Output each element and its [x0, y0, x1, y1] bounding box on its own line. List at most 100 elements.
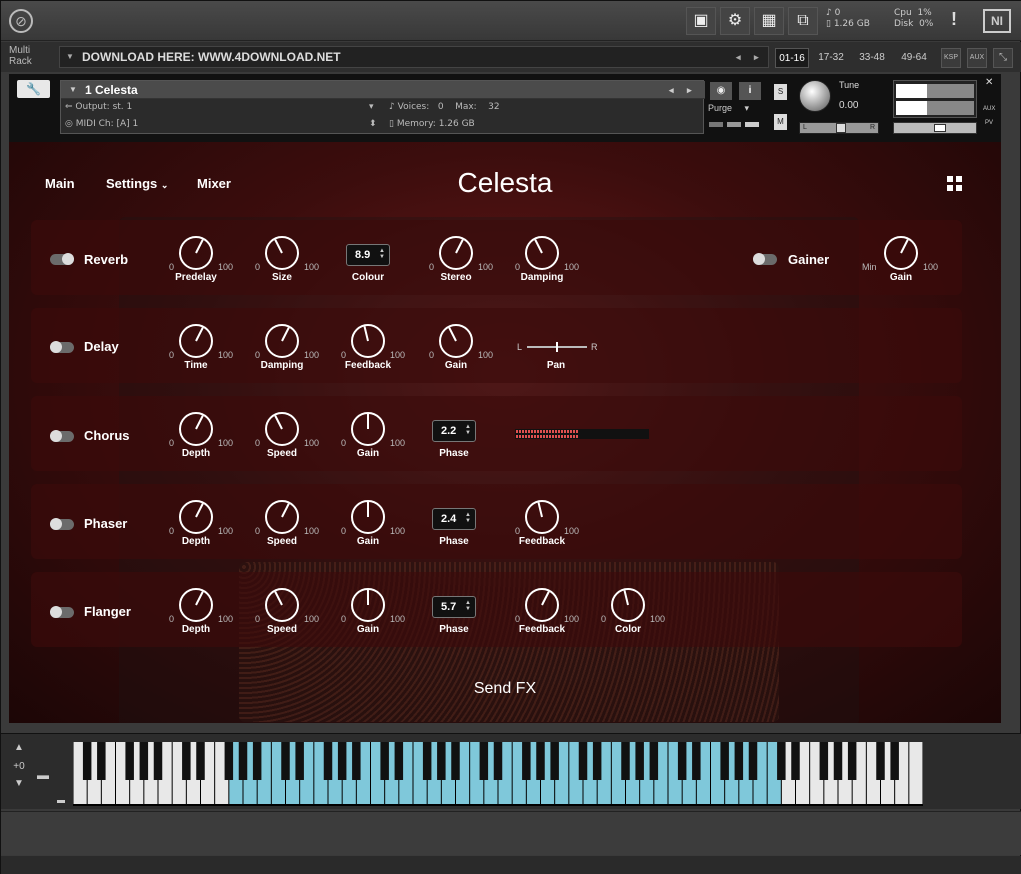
black-key[interactable]	[352, 742, 361, 780]
camera-icon[interactable]: ◉	[710, 82, 732, 100]
gear-icon[interactable]: ⚙	[720, 7, 750, 35]
black-key[interactable]	[238, 742, 248, 780]
damping-knob[interactable]	[523, 234, 561, 272]
black-key[interactable]	[437, 742, 446, 780]
flanger-phase-stepper[interactable]: 5.7 ▲ ▼	[432, 596, 476, 618]
prev-instrument-icon[interactable]: ◂	[669, 81, 674, 99]
pv-label[interactable]: PV	[985, 120, 993, 126]
tune-knob[interactable]	[799, 80, 831, 112]
black-key[interactable]	[550, 742, 559, 780]
midi-dropdown-icon[interactable]: ⬍	[369, 119, 377, 129]
black-key[interactable]	[621, 742, 630, 780]
flanger-speed-knob[interactable]	[263, 586, 301, 624]
next-arrow-icon[interactable]: ▸	[754, 47, 759, 67]
minimize-view-icon[interactable]: ⧉	[788, 7, 818, 35]
black-key[interactable]	[847, 742, 857, 780]
pan-handle[interactable]	[836, 123, 846, 133]
black-key[interactable]	[323, 742, 333, 780]
black-key[interactable]	[493, 742, 503, 780]
phaser-toggle[interactable]	[50, 518, 74, 530]
delay-pan-slider[interactable]	[527, 342, 587, 352]
layout-icon[interactable]: ▦	[754, 7, 784, 35]
black-key[interactable]	[777, 742, 786, 780]
collapse-arrow-icon[interactable]: ▼	[69, 81, 77, 99]
flanger-color-knob[interactable]	[609, 586, 647, 624]
stepper-arrows-icon[interactable]: ▲ ▼	[465, 424, 471, 436]
predelay-knob[interactable]	[177, 234, 215, 272]
flanger-gain-knob[interactable]	[349, 586, 387, 624]
phaser-gain-knob[interactable]	[349, 498, 387, 536]
phaser-depth-knob[interactable]	[177, 498, 215, 536]
black-key[interactable]	[394, 742, 404, 780]
gainer-gain-knob[interactable]	[882, 234, 920, 272]
stepper-arrows-icon[interactable]: ▲ ▼	[465, 512, 471, 524]
colour-stepper[interactable]: 8.9 ▲ ▼	[346, 244, 390, 266]
wrench-icon[interactable]: 🔧	[17, 80, 50, 98]
black-key[interactable]	[224, 742, 234, 780]
aux-label[interactable]: AUX	[983, 106, 995, 112]
stepper-arrows-icon[interactable]: ▲ ▼	[379, 248, 385, 260]
reverb-toggle[interactable]	[50, 253, 74, 265]
black-key[interactable]	[281, 742, 290, 780]
volume-slider[interactable]	[893, 122, 977, 134]
white-key[interactable]	[909, 742, 923, 804]
black-key[interactable]	[82, 742, 92, 780]
octave-down-icon[interactable]: ▼	[5, 778, 33, 789]
output-row[interactable]: ⇐ Output: st. 1	[65, 102, 132, 112]
flanger-feedback-knob[interactable]	[523, 586, 561, 624]
midi-channel-value[interactable]: [A] 1	[116, 119, 138, 129]
gainer-toggle[interactable]	[753, 253, 777, 265]
ni-logo[interactable]: NI	[983, 9, 1011, 33]
black-key[interactable]	[592, 742, 602, 780]
black-key[interactable]	[182, 742, 191, 780]
black-key[interactable]	[734, 742, 744, 780]
chorus-speed-knob[interactable]	[263, 410, 301, 448]
phaser-feedback-knob[interactable]	[523, 498, 561, 536]
output-dropdown-icon[interactable]: ▾	[369, 102, 374, 112]
piano-keyboard[interactable]	[73, 742, 923, 806]
collapse-icon[interactable]: ⤡	[993, 48, 1013, 68]
black-key[interactable]	[635, 742, 644, 780]
close-icon[interactable]: ✕	[985, 77, 993, 88]
delay-toggle[interactable]	[50, 341, 74, 353]
black-key[interactable]	[337, 742, 347, 780]
prev-arrow-icon[interactable]: ◂	[736, 47, 741, 67]
delay-gain-knob[interactable]	[437, 322, 475, 360]
delay-pan-handle[interactable]	[556, 342, 558, 352]
tab-01-16[interactable]: 01-16	[775, 48, 809, 68]
black-key[interactable]	[791, 742, 800, 780]
send-fx-button[interactable]: Send FX	[9, 680, 1001, 698]
black-key[interactable]	[720, 742, 729, 780]
instrument-name[interactable]: ▼ 1 Celesta ◂ ▸	[61, 81, 705, 99]
black-key[interactable]	[578, 742, 588, 780]
size-knob[interactable]	[263, 234, 301, 272]
chorus-gain-knob[interactable]	[349, 410, 387, 448]
phaser-speed-knob[interactable]	[263, 498, 301, 536]
phaser-phase-stepper[interactable]: 2.4 ▲ ▼	[432, 508, 476, 530]
kontakt-logo-icon[interactable]: ⊘	[9, 9, 33, 33]
ksp-button[interactable]: KSP	[941, 48, 961, 68]
black-key[interactable]	[522, 742, 531, 780]
black-key[interactable]	[252, 742, 262, 780]
midi-row[interactable]: ◎ MIDI Ch: [A] 1	[65, 119, 138, 129]
output-value[interactable]: st. 1	[113, 102, 133, 112]
pan-slider[interactable]: L R	[799, 122, 879, 134]
black-key[interactable]	[748, 742, 758, 780]
tab-49-64[interactable]: 49-64	[895, 48, 933, 68]
black-key[interactable]	[125, 742, 134, 780]
mute-button[interactable]: M	[774, 114, 787, 130]
time-knob[interactable]	[177, 322, 215, 360]
chorus-phase-stepper[interactable]: 2.2 ▲ ▼	[432, 420, 476, 442]
info-icon[interactable]: i	[739, 82, 761, 100]
dropdown-arrow-icon[interactable]: ▼	[66, 47, 74, 67]
volume-handle[interactable]	[934, 124, 946, 132]
keyboard-handle[interactable]	[57, 800, 65, 803]
black-key[interactable]	[677, 742, 687, 780]
stepper-arrows-icon[interactable]: ▲ ▼	[465, 600, 471, 612]
black-key[interactable]	[97, 742, 106, 780]
delay-damping-knob[interactable]	[263, 322, 301, 360]
chorus-depth-knob[interactable]	[177, 410, 215, 448]
grid-menu-icon[interactable]	[947, 176, 963, 192]
max-voices-value[interactable]: 32	[488, 102, 499, 112]
next-instrument-icon[interactable]: ▸	[687, 81, 692, 99]
